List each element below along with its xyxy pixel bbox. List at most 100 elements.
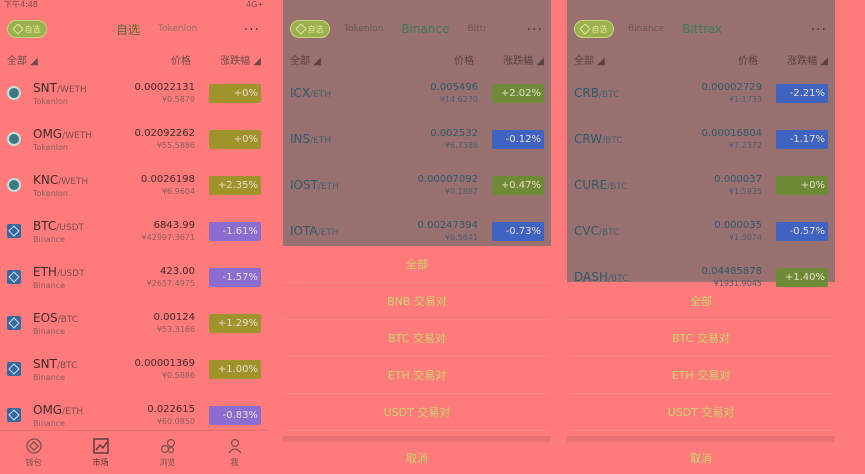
list-item[interactable]: CURE/BTC 0.000037 ¥1.5935 +0% <box>567 162 835 208</box>
nav-wallet-label: 钱包 <box>25 457 42 467</box>
list-item[interactable]: OMG/WETH Tokenlon 0.02092262 ¥55.5886 +0% <box>0 116 268 162</box>
cancel-button[interactable]: 取消 <box>283 436 551 474</box>
change-sort-header[interactable]: 涨跌幅 ◢ <box>780 52 828 67</box>
price-cell: 0.00124 ¥53.3166 <box>154 312 195 334</box>
filter-all-dropdown[interactable]: 全部 ◢ <box>7 52 131 67</box>
tab-bittrex[interactable]: Bittrex <box>682 22 722 36</box>
sheet-option[interactable]: BNB 交易对 <box>283 283 551 320</box>
pair-name: KNC/WETH <box>33 173 141 187</box>
list-item[interactable]: KNC/WETH Tokenlon 0.0026198 ¥6.9604 +2.35% <box>0 162 268 208</box>
tab-binance[interactable]: Binance <box>628 24 664 34</box>
cancel-button[interactable]: 取消 <box>567 436 835 474</box>
exchange-name: Tokenlon <box>33 142 68 152</box>
price-cell: 0.02092262 ¥55.5886 <box>135 128 195 150</box>
list-item[interactable]: ETH/USDT Binance 423.00 ¥2657.4975 -1.57% <box>0 254 268 300</box>
price-value: 0.00001369 <box>134 358 195 369</box>
sheet-option[interactable]: 全部 <box>283 246 551 283</box>
pair-name: CRW/BTC <box>574 132 702 146</box>
list-item[interactable]: INS/ETH 0.002532 ¥6.7386 -0.12% <box>283 116 551 162</box>
bottom-nav: 钱包 市场 浏览 我 <box>0 430 268 474</box>
pair-cell: SNT/WETH Tokenlon <box>33 81 135 106</box>
sheet-option[interactable]: ETH 交易对 <box>567 357 835 394</box>
change-sort-header[interactable]: 涨跌幅 ◢ <box>213 52 261 67</box>
pair-name: IOTA/ETH <box>290 224 418 238</box>
status-bar: 下午4:48 4G+ <box>0 0 268 10</box>
filter-all-dropdown[interactable]: 全部 ◢ <box>290 52 414 67</box>
binance-icon <box>7 224 21 238</box>
price-cell: 0.000037 ¥1.5935 <box>714 174 762 196</box>
exchange-name: Tokenlon <box>33 188 68 198</box>
list-item[interactable]: CVC/BTC 0.000035 ¥1.5074 -0.57% <box>567 208 835 254</box>
sheet-option[interactable]: BTC 交易对 <box>567 320 835 357</box>
dimmed-market-list: 自选 Binance Bittrex ··· 全部 ◢ 价格 涨跌幅 ◢ CRB… <box>567 0 835 288</box>
change-sort-header[interactable]: 涨跌幅 ◢ <box>496 52 544 67</box>
tab-favorites[interactable]: 自选 <box>116 21 140 38</box>
quote-symbol: /WETH <box>56 84 87 95</box>
pair-name: DASH/BTC <box>574 270 702 284</box>
pair-name: OMG/WETH <box>33 127 135 141</box>
more-icon[interactable]: ··· <box>244 22 260 38</box>
list-item[interactable]: SNT/WETH Tokenlon 0.00022131 ¥0.5879 +0% <box>0 70 268 116</box>
market-list: CRB/BTC 0.00002729 ¥1.1733 -2.21% CRW/BTC 0.0… <box>567 70 835 300</box>
pair-name: SNT/BTC <box>33 357 135 371</box>
column-header: 全部 ◢ 价格 涨跌幅 ◢ <box>567 48 835 70</box>
favorite-pill-button[interactable]: 自选 <box>574 20 614 38</box>
pair-cell: KNC/WETH Tokenlon <box>33 173 141 198</box>
fiat-value: ¥1.5074 <box>728 233 762 242</box>
fiat-value: ¥0.5879 <box>161 95 195 104</box>
base-symbol: INS <box>290 132 311 146</box>
list-item[interactable]: BTC/USDT Binance 6843.99 ¥42997.3671 -1.61% <box>0 208 268 254</box>
nav-market[interactable]: 市场 <box>67 431 134 474</box>
list-item[interactable]: IOST/ETH 0.00007092 ¥0.1887 +0.47% <box>283 162 551 208</box>
exchange-tabs: 自选 Tokenlon <box>116 21 197 38</box>
pair-name: EOS/BTC <box>33 311 154 325</box>
price-value: 0.022615 <box>147 404 195 415</box>
sheet-option[interactable]: USDT 交易对 <box>283 394 551 431</box>
base-symbol: IOTA <box>290 224 318 238</box>
favorite-pill-button[interactable]: 自选 <box>7 20 47 38</box>
column-header: 全部 ◢ 价格 涨跌幅 ◢ <box>283 48 551 70</box>
sheet-option[interactable]: BTC 交易对 <box>283 320 551 357</box>
favorite-pill-button[interactable]: 自选 <box>290 20 330 38</box>
more-icon[interactable]: ··· <box>811 22 827 38</box>
list-item[interactable]: EOS/BTC Binance 0.00124 ¥53.3166 +1.29% <box>0 300 268 346</box>
price-value: 0.00247394 <box>417 220 478 231</box>
tab-tokenlon[interactable]: Tokenlon <box>344 24 383 34</box>
pair-name: CRB/BTC <box>574 86 702 100</box>
quote-symbol: /BTC <box>602 136 623 146</box>
list-item[interactable]: SNT/BTC Binance 0.00001369 ¥0.5886 +1.00% <box>0 346 268 392</box>
pair-cell: DASH/BTC <box>574 270 702 284</box>
nav-market-label: 市场 <box>92 457 109 467</box>
nav-wallet[interactable]: 钱包 <box>0 431 67 474</box>
pair-filter-sheet: 全部 BNB 交易对 BTC 交易对 ETH 交易对 USDT 交易对 <box>283 246 551 431</box>
nav-me[interactable]: 我 <box>201 431 268 474</box>
binance-icon <box>7 408 21 422</box>
base-symbol: CURE <box>574 178 608 192</box>
change-badge: -1.57% <box>209 267 261 287</box>
change-badge: -1.61% <box>209 221 261 241</box>
filter-all-label: 全部 <box>290 55 310 67</box>
base-symbol: SNT <box>33 356 57 371</box>
price-cell: 0.00016804 ¥7.2372 <box>702 128 762 150</box>
more-icon[interactable]: ··· <box>527 22 543 38</box>
fiat-value: ¥1.1733 <box>728 95 762 104</box>
quote-symbol: /BTC <box>57 314 79 325</box>
fiat-value: ¥6.7386 <box>444 141 478 150</box>
pair-name: OMG/ETH <box>33 403 147 417</box>
pair-name: CURE/BTC <box>574 178 714 192</box>
tab-binance[interactable]: Binance <box>401 22 449 36</box>
fiat-value: ¥0.1887 <box>444 187 478 196</box>
nav-browse[interactable]: 浏览 <box>134 431 201 474</box>
user-icon <box>228 438 241 453</box>
tab-tokenlon[interactable]: Tokenlon <box>158 24 197 34</box>
sheet-option[interactable]: 全部 <box>567 283 835 320</box>
list-item[interactable]: ICX/ETH 0.005496 ¥14.6270 +2.02% <box>283 70 551 116</box>
quote-symbol: /BTC <box>56 360 78 371</box>
list-item[interactable]: CRB/BTC 0.00002729 ¥1.1733 -2.21% <box>567 70 835 116</box>
sheet-option[interactable]: USDT 交易对 <box>567 394 835 431</box>
tab-bittrex[interactable]: Bittr <box>467 24 486 34</box>
top-bar: 自选 Tokenlon Binance Bittr ··· <box>283 10 551 48</box>
filter-all-dropdown[interactable]: 全部 ◢ <box>574 52 698 67</box>
list-item[interactable]: CRW/BTC 0.00016804 ¥7.2372 -1.17% <box>567 116 835 162</box>
sheet-option[interactable]: ETH 交易对 <box>283 357 551 394</box>
